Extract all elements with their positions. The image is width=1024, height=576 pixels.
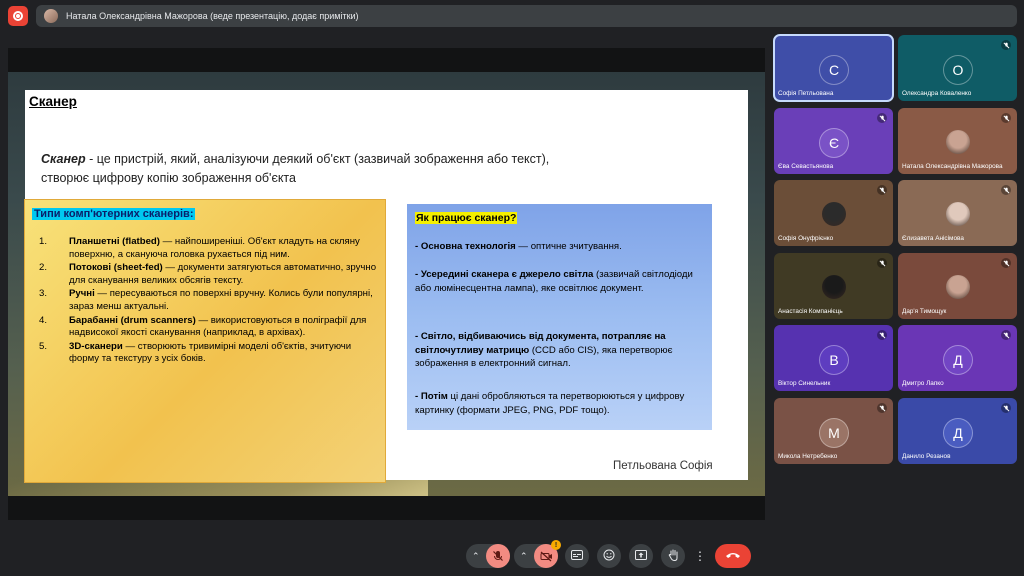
- participant-photo: [946, 130, 970, 154]
- participant-tile[interactable]: Єлизавета Анісімова: [898, 180, 1017, 246]
- mic-muted-icon: [1001, 113, 1011, 123]
- mic-muted-icon: [877, 403, 887, 413]
- participant-avatar: С: [819, 55, 849, 85]
- participant-photo: [946, 275, 970, 299]
- participant-avatar: О: [943, 55, 973, 85]
- how-paragraph: - Основна технологія — оптичне зчитуванн…: [415, 241, 622, 252]
- participant-name: Дар'я Тимощук: [902, 308, 947, 315]
- how-paragraph: - Потім ці дані обробляються та перетвор…: [415, 391, 685, 416]
- top-bar: Натала Олександрівна Мажорова (веде през…: [0, 0, 1024, 32]
- chevron-up-icon[interactable]: ⌃: [520, 551, 528, 562]
- emoji-icon: [603, 549, 615, 564]
- participant-name: Софія Онуфрієнко: [778, 235, 834, 242]
- how-paragraph: - Усередині сканера є джерело світла (за…: [415, 269, 693, 294]
- participant-avatar: М: [819, 418, 849, 448]
- scanner-types-list: 1. Планшетні (flatbed) — найпоширеніші. О…: [39, 236, 379, 367]
- mic-muted-icon: [1001, 185, 1011, 195]
- participant-avatar: В: [819, 345, 849, 375]
- participant-photo: [822, 202, 846, 226]
- mic-control[interactable]: ⌃: [466, 544, 510, 568]
- participant-name: Єлизавета Анісімова: [902, 235, 964, 242]
- participant-tile[interactable]: М Микола Нетребенко: [774, 398, 893, 464]
- participant-name: Натала Олександрівна Мажорова: [902, 163, 1003, 170]
- record-icon: [13, 11, 23, 21]
- definition-term: Сканер: [41, 152, 86, 166]
- participant-tile[interactable]: Софія Онуфрієнко: [774, 180, 893, 246]
- more-icon: ⋮: [694, 549, 706, 563]
- participant-name: Віктор Синельник: [778, 380, 831, 387]
- how-title: Як працює сканер?: [415, 212, 518, 224]
- scanner-types-box: Типи комп'ютерних сканерів: 1. Планшетні …: [24, 199, 386, 483]
- slide-title: Сканер: [29, 94, 77, 109]
- participant-name: Данило Резанов: [902, 453, 951, 460]
- mic-muted-icon: [877, 330, 887, 340]
- participant-name: Софія Петльована: [778, 90, 834, 97]
- more-options-button[interactable]: ⋮: [691, 544, 709, 568]
- mic-muted-icon: [1001, 330, 1011, 340]
- mic-muted-icon: [1001, 40, 1011, 50]
- slide: Сканер Сканер - це пристрій, який, аналі…: [24, 90, 748, 483]
- mic-off-icon[interactable]: [486, 544, 510, 568]
- definition-text: - це пристрій, який, аналізуючи деякий о…: [41, 152, 550, 185]
- presentation-stage[interactable]: Сканер Сканер - це пристрій, який, аналі…: [8, 48, 765, 520]
- participant-photo: [946, 202, 970, 226]
- participant-name: Єва Севастьянова: [778, 163, 834, 170]
- participant-tile[interactable]: Д Данило Резанов: [898, 398, 1017, 464]
- meet-window: Натала Олександрівна Мажорова (веде през…: [0, 0, 1024, 576]
- end-call-button[interactable]: [715, 544, 751, 568]
- slide-signature: Петльована Софія: [613, 460, 713, 472]
- participant-avatar: Є: [819, 128, 849, 158]
- mic-muted-icon: [877, 113, 887, 123]
- record-button[interactable]: [8, 6, 28, 26]
- present-button[interactable]: [629, 544, 653, 568]
- participant-name: Олександра Коваленко: [902, 90, 972, 97]
- participant-tile[interactable]: Дар'я Тимощук: [898, 253, 1017, 319]
- mic-muted-icon: [877, 258, 887, 268]
- list-item: 2. Потокові (sheet-fed) — документи затяг…: [39, 262, 377, 286]
- participant-tile[interactable]: Анастасія Компанієць: [774, 253, 893, 319]
- raise-hand-icon: [668, 549, 679, 564]
- presenter-avatar: [44, 9, 58, 23]
- raise-hand-button[interactable]: [661, 544, 685, 568]
- participant-name: Дмитро Лапко: [902, 380, 944, 387]
- present-icon: [635, 549, 647, 563]
- participant-tile[interactable]: Є Єва Севастьянова: [774, 108, 893, 174]
- mic-muted-icon: [1001, 258, 1011, 268]
- presenter-pill[interactable]: Натала Олександрівна Мажорова (веде през…: [36, 5, 1017, 27]
- list-item: 3. Ручні — пересуваються по поверхні вруч…: [39, 288, 373, 312]
- list-item: 4. Барабанні (drum scanners) — використов…: [39, 314, 367, 339]
- participant-tile[interactable]: О Олександра Коваленко: [898, 35, 1017, 101]
- end-call-icon: [725, 550, 741, 562]
- participant-tile[interactable]: В Віктор Синельник: [774, 325, 893, 391]
- presenter-text: Натала Олександрівна Мажорова (веде през…: [66, 11, 359, 21]
- list-item: 5. 3D-сканери — створюють тривимірні моде…: [39, 340, 352, 365]
- chevron-up-icon[interactable]: ⌃: [472, 551, 480, 562]
- participant-avatar: Д: [943, 345, 973, 375]
- participant-photo: [822, 275, 846, 299]
- slide-definition: Сканер - це пристрій, який, аналізуючи д…: [41, 150, 581, 188]
- emoji-button[interactable]: [597, 544, 621, 568]
- participant-avatar: Д: [943, 418, 973, 448]
- mic-muted-icon: [1001, 403, 1011, 413]
- captions-button[interactable]: [565, 544, 589, 568]
- how-scanner-works-box: Як працює сканер? - Основна технологія —…: [407, 204, 712, 430]
- mic-muted-icon: [877, 185, 887, 195]
- captions-icon: [571, 549, 583, 563]
- participant-tile[interactable]: Д Дмитро Лапко: [898, 325, 1017, 391]
- participant-name: Анастасія Компанієць: [778, 308, 843, 315]
- participant-tile[interactable]: Натала Олександрівна Мажорова: [898, 108, 1017, 174]
- participant-tile[interactable]: С Софія Петльована: [773, 34, 894, 102]
- list-item: 1. Планшетні (flatbed) — найпоширеніші. О…: [39, 236, 360, 260]
- camera-warning-badge: !: [551, 540, 561, 550]
- how-paragraph: - Світло, відбиваючись від документа, по…: [415, 331, 673, 369]
- scanner-types-title: Типи комп'ютерних сканерів:: [32, 208, 196, 220]
- participant-name: Микола Нетребенко: [778, 453, 838, 460]
